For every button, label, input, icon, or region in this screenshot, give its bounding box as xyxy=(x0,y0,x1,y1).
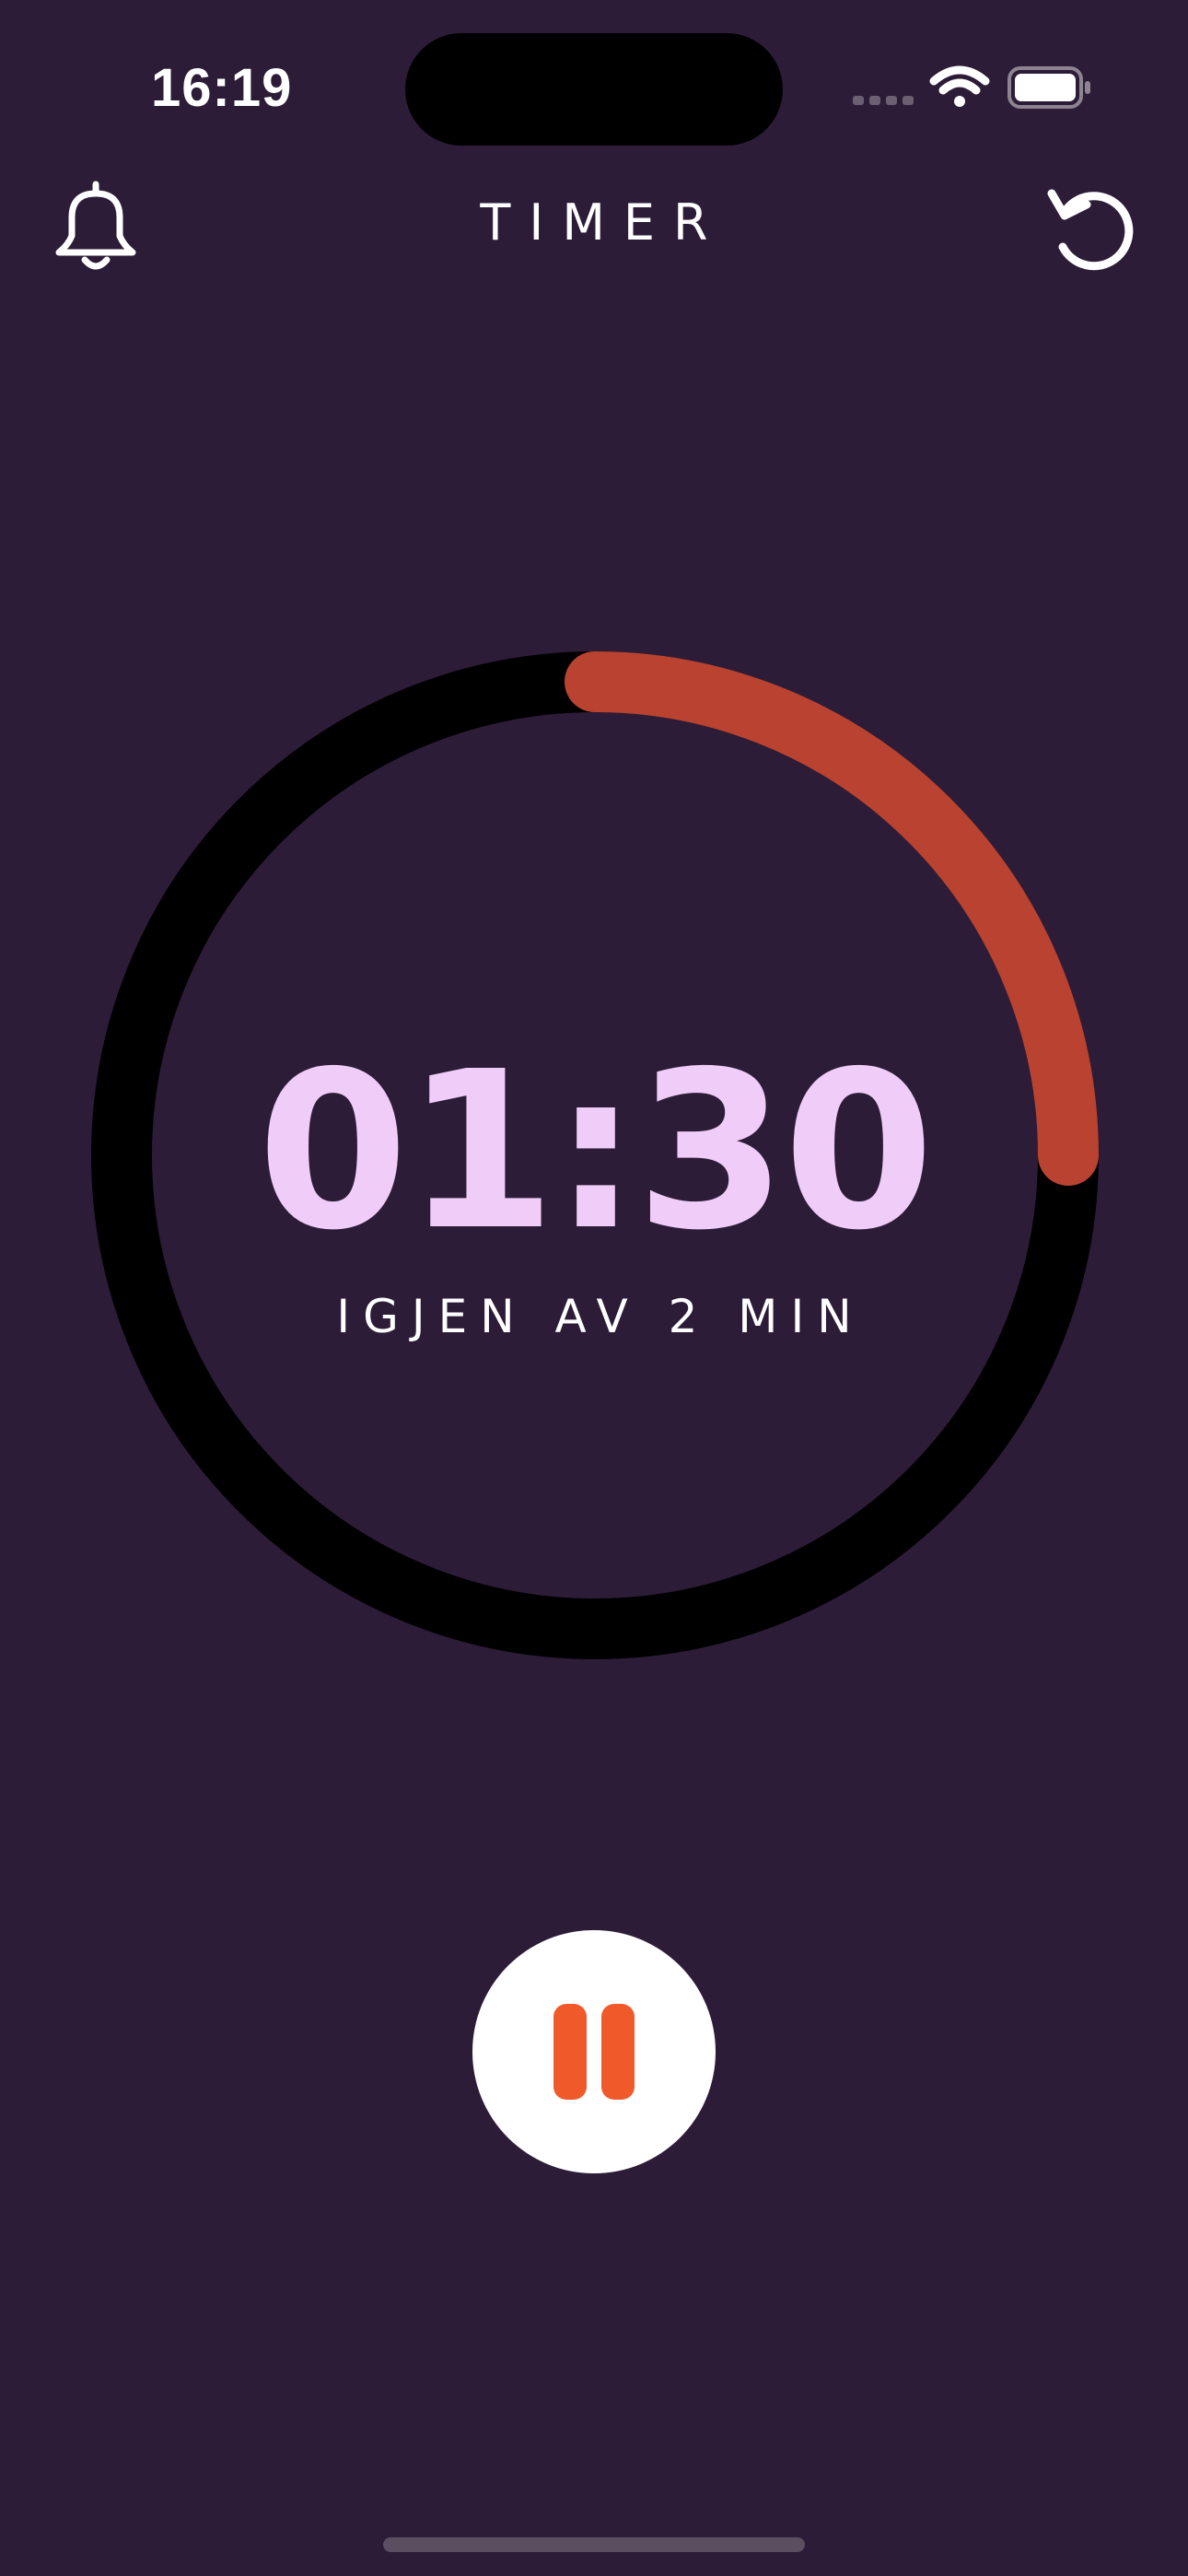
reset-icon xyxy=(1047,189,1134,271)
status-icons xyxy=(847,63,1096,114)
pause-bar-left xyxy=(553,2004,587,2100)
battery-icon xyxy=(1007,66,1090,109)
reset-button[interactable] xyxy=(1041,179,1138,276)
status-time: 16:19 xyxy=(151,58,293,118)
time-remaining: 01:30 xyxy=(257,1025,934,1278)
pause-button[interactable] xyxy=(472,1930,716,2173)
wifi-icon xyxy=(929,65,990,107)
time-subtitle: IGJEN AV 2 MIN xyxy=(336,1290,865,1343)
timer-screen: 16:19 TIMER 01:30 IGJEN AV 2 MIN xyxy=(0,0,1188,2576)
home-indicator[interactable] xyxy=(383,2537,805,2552)
cellular-signal-icon xyxy=(853,96,914,105)
page-title: TIMER xyxy=(480,193,727,252)
pause-bar-right xyxy=(601,2004,635,2100)
dynamic-island xyxy=(405,33,783,146)
